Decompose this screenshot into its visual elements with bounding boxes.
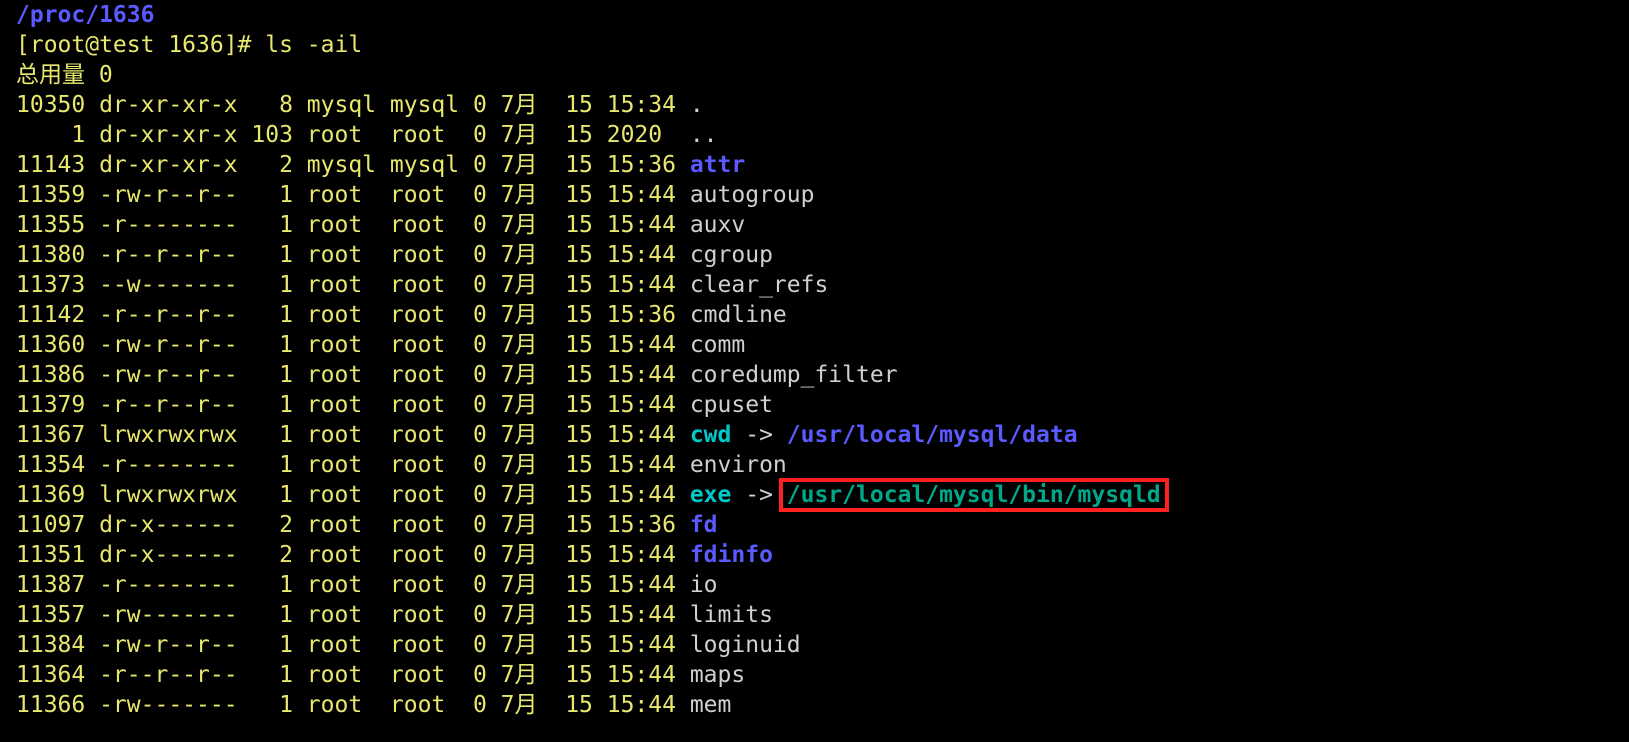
ls-row: 11366 -rw------- 1 root root 0 7月 15 15:… [16, 690, 1613, 720]
ls-row: 11369 lrwxrwxrwx 1 root root 0 7月 15 15:… [16, 480, 1613, 510]
ls-row: 11386 -rw-r--r-- 1 root root 0 7月 15 15:… [16, 360, 1613, 390]
ls-row: 11142 -r--r--r-- 1 root root 0 7月 15 15:… [16, 300, 1613, 330]
file-name: mem [690, 692, 732, 718]
file-name: cpuset [690, 392, 773, 418]
file-name: cwd [690, 422, 732, 448]
ls-row-meta: 1 dr-xr-xr-x 103 root root 0 7月 15 2020 [16, 122, 690, 148]
file-name: environ [690, 452, 787, 478]
ls-row-meta: 11364 -r--r--r-- 1 root root 0 7月 15 15:… [16, 662, 690, 688]
ls-row-meta: 11384 -rw-r--r-- 1 root root 0 7月 15 15:… [16, 632, 690, 658]
file-name: io [690, 572, 718, 598]
ls-row-meta: 11386 -rw-r--r-- 1 root root 0 7月 15 15:… [16, 362, 690, 388]
file-name: auxv [690, 212, 745, 238]
ls-row-meta: 11379 -r--r--r-- 1 root root 0 7月 15 15:… [16, 392, 690, 418]
command-text: ls -ail [265, 32, 362, 58]
ls-row-meta: 11373 --w------- 1 root root 0 7月 15 15:… [16, 272, 690, 298]
file-name: fd [690, 512, 718, 538]
ls-row-meta: 11143 dr-xr-xr-x 2 mysql mysql 0 7月 15 1… [16, 152, 690, 178]
file-name: limits [690, 602, 773, 628]
file-name: clear_refs [690, 272, 828, 298]
file-name: loginuid [690, 632, 801, 658]
file-name: attr [690, 152, 745, 178]
prompt-line: [root@test 1636]# ls -ail [16, 30, 1613, 60]
cwd-path: /proc/1636 [16, 2, 154, 28]
symlink-arrow: -> [731, 482, 786, 508]
terminal[interactable]: /proc/1636[root@test 1636]# ls -ail总用量 0… [0, 0, 1629, 720]
shell-prompt: [root@test 1636]# [16, 32, 265, 58]
ls-row-meta: 11142 -r--r--r-- 1 root root 0 7月 15 15:… [16, 302, 690, 328]
ls-row: 1 dr-xr-xr-x 103 root root 0 7月 15 2020 … [16, 120, 1613, 150]
ls-row-meta: 11355 -r-------- 1 root root 0 7月 15 15:… [16, 212, 690, 238]
ls-row-meta: 11380 -r--r--r-- 1 root root 0 7月 15 15:… [16, 242, 690, 268]
ls-row-meta: 11367 lrwxrwxrwx 1 root root 0 7月 15 15:… [16, 422, 690, 448]
ls-row-meta: 11354 -r-------- 1 root root 0 7月 15 15:… [16, 452, 690, 478]
ls-row: 11355 -r-------- 1 root root 0 7月 15 15:… [16, 210, 1613, 240]
symlink-target: /usr/local/mysql/bin/mysqld [787, 482, 1161, 508]
ls-row-meta: 11360 -rw-r--r-- 1 root root 0 7月 15 15:… [16, 332, 690, 358]
ls-row: 11380 -r--r--r-- 1 root root 0 7月 15 15:… [16, 240, 1613, 270]
ls-row: 11097 dr-x------ 2 root root 0 7月 15 15:… [16, 510, 1613, 540]
ls-row: 11354 -r-------- 1 root root 0 7月 15 15:… [16, 450, 1613, 480]
ls-row: 11367 lrwxrwxrwx 1 root root 0 7月 15 15:… [16, 420, 1613, 450]
file-name: cmdline [690, 302, 787, 328]
ls-row: 11384 -rw-r--r-- 1 root root 0 7月 15 15:… [16, 630, 1613, 660]
ls-row-meta: 11351 dr-x------ 2 root root 0 7月 15 15:… [16, 542, 690, 568]
ls-row-meta: 10350 dr-xr-xr-x 8 mysql mysql 0 7月 15 1… [16, 92, 690, 118]
ls-row-meta: 11097 dr-x------ 2 root root 0 7月 15 15:… [16, 512, 690, 538]
ls-row: 11351 dr-x------ 2 root root 0 7月 15 15:… [16, 540, 1613, 570]
file-name: comm [690, 332, 745, 358]
ls-row-meta: 11366 -rw------- 1 root root 0 7月 15 15:… [16, 692, 690, 718]
ls-row: 11357 -rw------- 1 root root 0 7月 15 15:… [16, 600, 1613, 630]
ls-row: 11373 --w------- 1 root root 0 7月 15 15:… [16, 270, 1613, 300]
ls-row: 11379 -r--r--r-- 1 root root 0 7月 15 15:… [16, 390, 1613, 420]
file-name: exe [690, 482, 732, 508]
file-name: maps [690, 662, 745, 688]
file-name: autogroup [690, 182, 815, 208]
ls-row: 11387 -r-------- 1 root root 0 7月 15 15:… [16, 570, 1613, 600]
ls-row-meta: 11369 lrwxrwxrwx 1 root root 0 7月 15 15:… [16, 482, 690, 508]
ls-row: 11143 dr-xr-xr-x 2 mysql mysql 0 7月 15 1… [16, 150, 1613, 180]
file-name: coredump_filter [690, 362, 898, 388]
ls-row: 10350 dr-xr-xr-x 8 mysql mysql 0 7月 15 1… [16, 90, 1613, 120]
symlink-target: /usr/local/mysql/data [787, 422, 1078, 448]
ls-row: 11364 -r--r--r-- 1 root root 0 7月 15 15:… [16, 660, 1613, 690]
total-line: 总用量 0 [16, 60, 1613, 90]
file-name: cgroup [690, 242, 773, 268]
ls-row: 11360 -rw-r--r-- 1 root root 0 7月 15 15:… [16, 330, 1613, 360]
cwd-path-line: /proc/1636 [16, 0, 1613, 30]
ls-row: 11359 -rw-r--r-- 1 root root 0 7月 15 15:… [16, 180, 1613, 210]
symlink-arrow: -> [731, 422, 786, 448]
file-name: . [690, 92, 704, 118]
ls-row-meta: 11357 -rw------- 1 root root 0 7月 15 15:… [16, 602, 690, 628]
file-name: .. [690, 122, 718, 148]
file-name: fdinfo [690, 542, 773, 568]
ls-row-meta: 11387 -r-------- 1 root root 0 7月 15 15:… [16, 572, 690, 598]
ls-row-meta: 11359 -rw-r--r-- 1 root root 0 7月 15 15:… [16, 182, 690, 208]
